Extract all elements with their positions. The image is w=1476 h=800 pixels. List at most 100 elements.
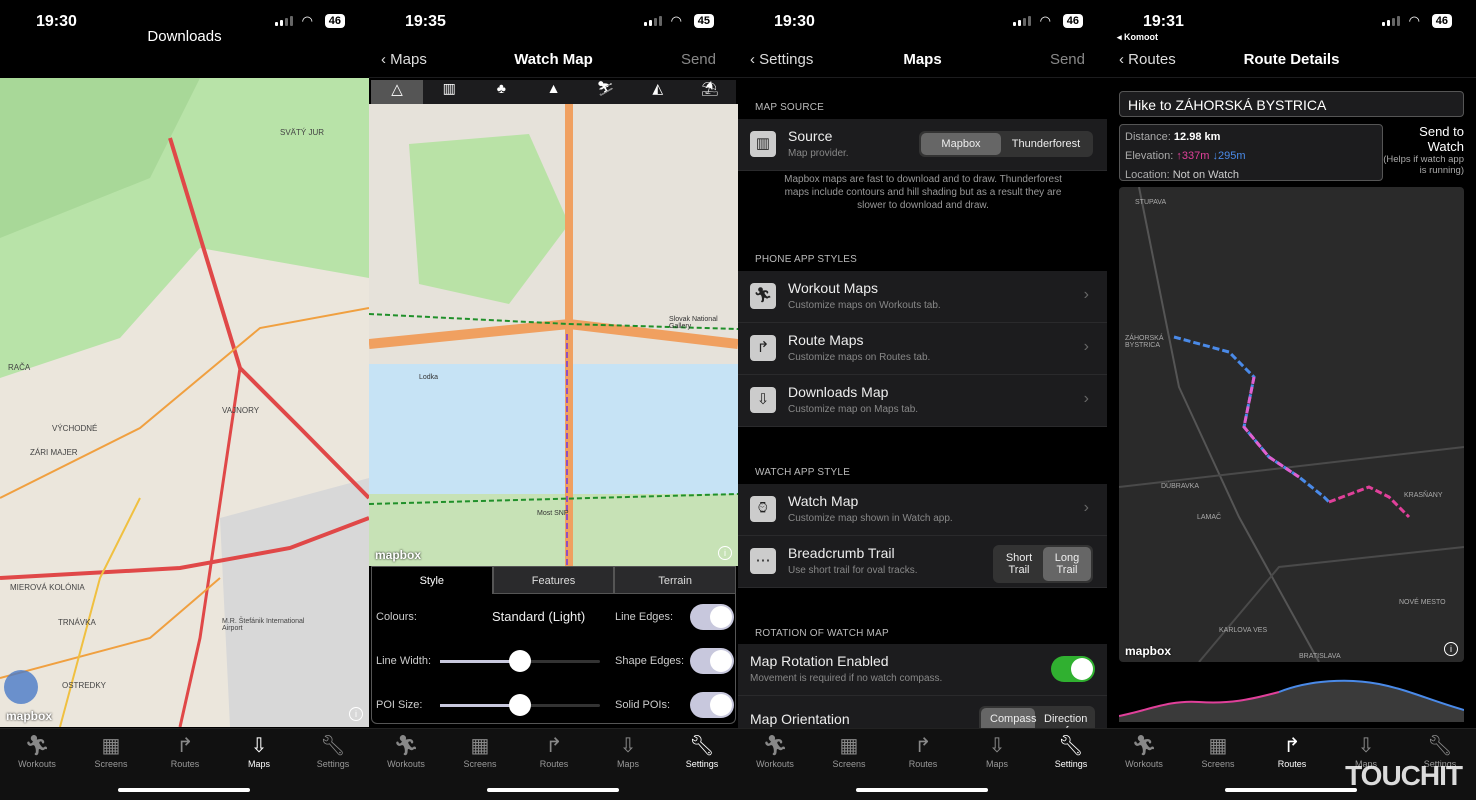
tab-style[interactable]: Style	[371, 566, 493, 594]
home-indicator	[856, 788, 988, 792]
workout-maps-row[interactable]: 🏃︎ Workout Maps Customize maps on Workouts…	[738, 271, 1107, 323]
tab-settings[interactable]: 🔧︎ Settings	[665, 733, 738, 769]
short-trail-option[interactable]: Short Trail	[995, 547, 1043, 581]
map-rotation-toggle[interactable]	[1051, 656, 1095, 682]
map-label: RAČA	[8, 363, 31, 372]
source-option-mapbox[interactable]: Mapbox	[921, 133, 1001, 155]
chevron-right-icon: ›	[1083, 390, 1089, 407]
tab-bar: 🏃︎ Workouts ▦ Screens ↱ Routes ⇩ Maps 🔧︎ Sett…	[738, 728, 1107, 800]
info-icon[interactable]: i	[718, 546, 732, 560]
map-label: MIEROVÁ KOLÓNIA	[10, 583, 85, 592]
tab-settings[interactable]: 🔧︎ Settings	[296, 733, 369, 769]
source-segmented-control: Mapbox Thunderforest	[919, 131, 1093, 157]
panel-maps-settings: 19:30 ◠ 46 ‹ Settings Maps Send MAP SOUR…	[738, 0, 1107, 800]
shape-edges-toggle[interactable]	[690, 648, 734, 674]
info-icon[interactable]: i	[349, 707, 363, 721]
route-maps-row[interactable]: ↱ Route Maps Customize maps on Routes tab.…	[738, 323, 1107, 375]
panel-downloads: 19:30 ◠ 46 Downloads SVÄTÝ JUR RAČA VAJN…	[0, 0, 369, 800]
tab-screens[interactable]: ▦ Screens	[1181, 733, 1255, 769]
signal-icon	[644, 16, 662, 26]
back-to-app[interactable]: ◂ Komoot	[1117, 32, 1158, 43]
mapbox-logo: mapbox	[6, 709, 53, 723]
ski-icon[interactable]: ⛷	[580, 80, 632, 104]
tab-features[interactable]: Features	[492, 566, 615, 594]
solid-pois-toggle[interactable]	[690, 692, 734, 718]
map-graphics	[369, 104, 738, 566]
send-button[interactable]: Send	[1050, 51, 1085, 68]
map-label: STUPAVA	[1135, 199, 1167, 206]
route-map[interactable]: STUPAVA ZÁHORSKÁ BYSTRICA LAMAČ DÚBRAVKA…	[1119, 187, 1464, 662]
tab-routes[interactable]: ↱ Routes	[886, 733, 960, 769]
colours-value[interactable]: Standard (Light)	[492, 609, 585, 624]
tab-bar: 🏃︎ Workouts ▦ Screens ↱ Routes ⇩ Maps 🔧︎ Sett…	[369, 728, 738, 800]
tab-screens[interactable]: ▦ Screens	[74, 733, 148, 769]
nav-bar: ‹ Routes Route Details	[1107, 44, 1476, 78]
tab-routes[interactable]: ↱ Routes	[148, 733, 222, 769]
tab-routes[interactable]: ↱ Routes	[517, 733, 591, 769]
poi-size-slider[interactable]	[440, 694, 600, 716]
watch-map-preview[interactable]: Lodka Most SNP Slovak National Gallery m…	[369, 104, 738, 566]
status-bar: 19:35 ◠ 45	[369, 10, 738, 34]
maps-download-icon: ⇩	[988, 735, 1006, 757]
tab-workouts[interactable]: 🏃︎ Workouts	[369, 733, 443, 769]
wifi-icon: ◠	[670, 13, 682, 28]
tab-workouts[interactable]: 🏃︎ Workouts	[0, 733, 74, 769]
status-bar: 19:31 ◂ Komoot ◠ 46	[1107, 10, 1476, 42]
battery-icon: 46	[324, 14, 345, 28]
map-style-bar: △ ▥ ♣ ▲ ⛷ ◭ ⛱	[371, 80, 736, 104]
watermark: TOUCHIT	[1345, 760, 1463, 791]
long-trail-option[interactable]: Long Trail	[1043, 547, 1091, 581]
tab-terrain[interactable]: Terrain	[614, 566, 737, 594]
tab-maps[interactable]: ⇩ Maps	[960, 733, 1034, 769]
tab-maps[interactable]: ⇩ Maps	[591, 733, 665, 769]
home-indicator	[1225, 788, 1357, 792]
beach-icon[interactable]: ⛱	[684, 80, 736, 104]
maps-download-icon: ⇩	[619, 735, 637, 757]
map-label: VAJNORY	[222, 406, 260, 415]
section-header: WATCH APP STYLE	[755, 467, 851, 478]
map-label: KARLOVA VES	[1219, 627, 1268, 634]
send-to-watch-button[interactable]: Send to Watch (Helps if watch app is run…	[1380, 124, 1464, 176]
send-button[interactable]: Send	[681, 51, 716, 68]
tab-settings[interactable]: 🔧︎ Settings	[1034, 733, 1107, 769]
battery-icon: 46	[1431, 14, 1452, 28]
chevron-right-icon: ›	[1083, 499, 1089, 516]
chevron-right-icon: ›	[1083, 286, 1089, 303]
city-icon[interactable]: ▥	[423, 80, 475, 104]
info-icon[interactable]: i	[1444, 642, 1458, 656]
route-name-field[interactable]: Hike to ZÁHORSKÁ BYSTRICA	[1119, 91, 1464, 117]
locate-button[interactable]	[4, 670, 38, 704]
maps-download-icon: ⇩	[1357, 735, 1375, 757]
battery-icon: 46	[1062, 14, 1083, 28]
map-label: TRNÁVKA	[58, 618, 96, 627]
map-label: VÝCHODNÉ	[52, 424, 98, 433]
trees-icon[interactable]: ♣	[475, 80, 527, 104]
tab-screens[interactable]: ▦ Screens	[812, 733, 886, 769]
chevron-right-icon: ›	[1083, 338, 1089, 355]
maps-download-icon: ⇩	[250, 735, 268, 757]
signal-icon	[1013, 16, 1031, 26]
status-time: 19:35	[405, 13, 446, 30]
downloads-map-row[interactable]: ⇩ Downloads Map Customize map on Maps tab.…	[738, 375, 1107, 427]
tab-routes[interactable]: ↱ Routes	[1255, 733, 1329, 769]
line-edges-toggle[interactable]	[690, 604, 734, 630]
watch-icon: ⌚︎	[750, 496, 776, 522]
routes-icon: ↱	[750, 335, 776, 361]
tab-maps[interactable]: ⇩ Maps	[222, 733, 296, 769]
tab-screens[interactable]: ▦ Screens	[443, 733, 517, 769]
source-option-thunderforest[interactable]: Thunderforest	[1001, 133, 1091, 155]
watch-map-row[interactable]: ⌚︎ Watch Map Customize map shown in Watch …	[738, 484, 1107, 536]
navigation-icon[interactable]: △	[371, 80, 424, 104]
tab-workouts[interactable]: 🏃︎ Workouts	[1107, 733, 1181, 769]
mapbox-logo: mapbox	[375, 548, 422, 562]
rotation-row: Map Rotation Enabled Movement is required…	[738, 644, 1107, 696]
snow-mountain-icon[interactable]: ◭	[632, 80, 684, 104]
line-width-slider[interactable]	[440, 650, 600, 672]
map-label: ZÁRI MAJER	[30, 448, 78, 457]
downloads-map[interactable]: SVÄTÝ JUR RAČA VAJNORY VÝCHODNÉ ZÁRI MAJ…	[0, 78, 369, 727]
mountains-icon[interactable]: ▲	[527, 80, 579, 104]
screens-icon: ▦	[470, 735, 490, 757]
wifi-icon: ◠	[301, 13, 313, 28]
tab-workouts[interactable]: 🏃︎ Workouts	[738, 733, 812, 769]
status-bar: 19:30 ◠ 46	[738, 10, 1107, 34]
